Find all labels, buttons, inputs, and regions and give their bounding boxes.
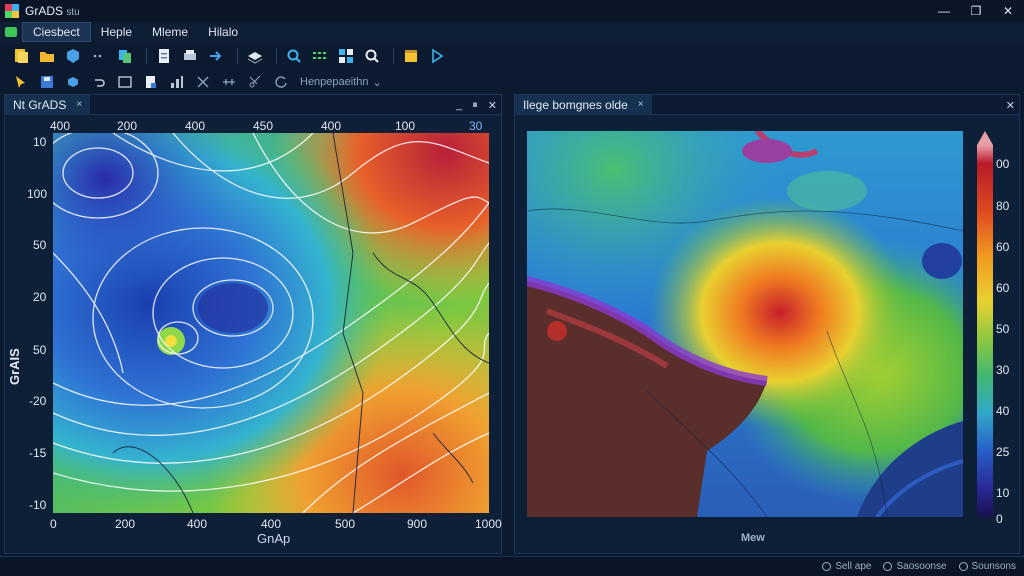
tools-icon[interactable] <box>192 72 214 92</box>
x-bottom-tick: 0 <box>50 517 57 531</box>
save-icon[interactable] <box>36 72 58 92</box>
menu-item-2[interactable]: Heple <box>91 22 142 42</box>
layers-icon[interactable] <box>244 46 266 66</box>
open-folder-icon[interactable] <box>36 46 58 66</box>
x-bottom-tick: 500 <box>335 517 356 531</box>
colorbar-tick: 60 <box>996 281 1010 295</box>
main-toolbar <box>0 44 1024 68</box>
x-top-tick: 30 <box>469 119 483 133</box>
app-menu-icon[interactable] <box>0 22 22 42</box>
box-icon[interactable] <box>400 46 422 66</box>
left-contour-map[interactable] <box>53 133 489 513</box>
menu-bar: Ciesbect Heple Mleme Hilalo <box>0 22 1024 42</box>
x-bottom-tick: 400 <box>261 517 282 531</box>
x-top-tick: 400 <box>50 119 71 133</box>
y-tick: -10 <box>29 498 47 512</box>
left-panel-pause-button[interactable]: ⏸ <box>472 99 478 112</box>
y-tick: 10 <box>33 135 47 149</box>
menu-item-4[interactable]: Hilalo <box>198 22 248 42</box>
x-top-tick: 400 <box>185 119 206 133</box>
left-panel-minimize-button[interactable]: _ <box>456 99 462 111</box>
y-axis-label: GrAIS <box>7 348 22 385</box>
window-icon[interactable] <box>114 72 136 92</box>
right-panel-footer-label: Mew <box>741 532 765 544</box>
dotted-menu-icon[interactable] <box>88 46 110 66</box>
minimize-button[interactable]: — <box>928 0 960 22</box>
cube-small-icon[interactable] <box>62 72 84 92</box>
x-bottom-tick: 1000 <box>475 517 502 531</box>
x-top-tick: 200 <box>117 119 138 133</box>
status-item-3[interactable]: Sounsons <box>958 561 1016 572</box>
zoom-icon[interactable] <box>283 46 305 66</box>
grid-icon[interactable] <box>335 46 357 66</box>
grid-dots-icon[interactable] <box>309 46 331 66</box>
secondary-toolbar: Henpepaeithn ⌄ <box>0 70 1024 94</box>
chart-icon[interactable] <box>166 72 188 92</box>
right-tab-close-icon[interactable]: × <box>638 99 644 110</box>
colorbar-tick: 25 <box>996 445 1010 459</box>
colorbar-tick: 40 <box>996 404 1010 418</box>
doc-small-icon[interactable] <box>140 72 162 92</box>
right-panel-tab[interactable]: Ilege bomgnes olde × <box>515 94 652 115</box>
menu-item-3[interactable]: Mleme <box>142 22 198 42</box>
x-bottom-tick: 200 <box>115 517 136 531</box>
menu-item-1[interactable]: Ciesbect <box>22 22 91 42</box>
status-item-1[interactable]: Sell ape <box>822 561 871 572</box>
copy-icon[interactable] <box>114 46 136 66</box>
left-panel-close-button[interactable]: ✕ <box>488 99 497 112</box>
arrow-right-icon[interactable] <box>205 46 227 66</box>
colorbar-tick: 60 <box>996 240 1010 254</box>
new-file-icon[interactable] <box>10 46 32 66</box>
x-axis-label: GnAp <box>257 531 291 546</box>
cube-icon[interactable] <box>62 46 84 66</box>
status-circle-icon <box>883 562 893 571</box>
x-top-tick: 400 <box>321 119 342 133</box>
x-top-tick: 100 <box>395 119 416 133</box>
right-panel-close-button[interactable]: ✕ <box>1006 99 1015 112</box>
colorbar <box>977 131 993 517</box>
colorbar-tick: 0 <box>996 512 1003 526</box>
play-icon[interactable] <box>426 46 448 66</box>
y-tick: 20 <box>33 290 47 304</box>
y-tick: 50 <box>33 343 47 357</box>
colorbar-tick: 50 <box>996 322 1010 336</box>
pointer-icon[interactable] <box>10 72 32 92</box>
colorbar-tick: 30 <box>996 363 1010 377</box>
undo-icon[interactable] <box>88 72 110 92</box>
grads-app-icon <box>5 4 19 18</box>
measure-icon[interactable] <box>218 72 240 92</box>
colorbar-tick: 80 <box>996 199 1010 213</box>
status-circle-icon <box>822 562 832 571</box>
chevron-down-icon[interactable]: ⌄ <box>373 76 382 89</box>
title-bar: GrADS stu — ❐ ✕ <box>0 0 1024 22</box>
maximize-button[interactable]: ❐ <box>960 0 992 22</box>
colorbar-tick: 00 <box>996 157 1010 171</box>
print-icon[interactable] <box>179 46 201 66</box>
toolbar-dropdown-label[interactable]: Henpepaeithn <box>300 76 369 88</box>
y-tick: 100 <box>27 187 48 201</box>
refresh-icon[interactable] <box>270 72 292 92</box>
y-tick: 50 <box>33 238 47 252</box>
scissors-icon[interactable] <box>244 72 266 92</box>
window-title: GrADS stu <box>25 4 80 18</box>
status-item-2[interactable]: Saosoonse <box>883 561 947 572</box>
x-bottom-tick: 900 <box>407 517 428 531</box>
document-icon[interactable] <box>153 46 175 66</box>
left-plot-panel: Nt GrADS × _ ⏸ ✕ 400 200 400 450 400 100… <box>4 94 502 554</box>
x-bottom-tick: 400 <box>187 517 208 531</box>
status-bar: Sell ape Saosoonse Sounsons <box>0 556 1024 576</box>
x-top-tick: 450 <box>253 119 274 133</box>
right-raster-map[interactable] <box>527 131 963 517</box>
close-window-button[interactable]: ✕ <box>992 0 1024 22</box>
y-tick: -15 <box>29 446 47 460</box>
left-panel-tab[interactable]: Nt GrADS × <box>5 94 91 115</box>
right-plot-panel: Ilege bomgnes olde × ✕ Mew <box>514 94 1020 554</box>
search-icon[interactable] <box>361 46 383 66</box>
status-circle-icon <box>958 562 968 571</box>
colorbar-tick: 10 <box>996 486 1010 500</box>
y-tick: -20 <box>29 394 47 408</box>
left-tab-close-icon[interactable]: × <box>76 99 82 110</box>
